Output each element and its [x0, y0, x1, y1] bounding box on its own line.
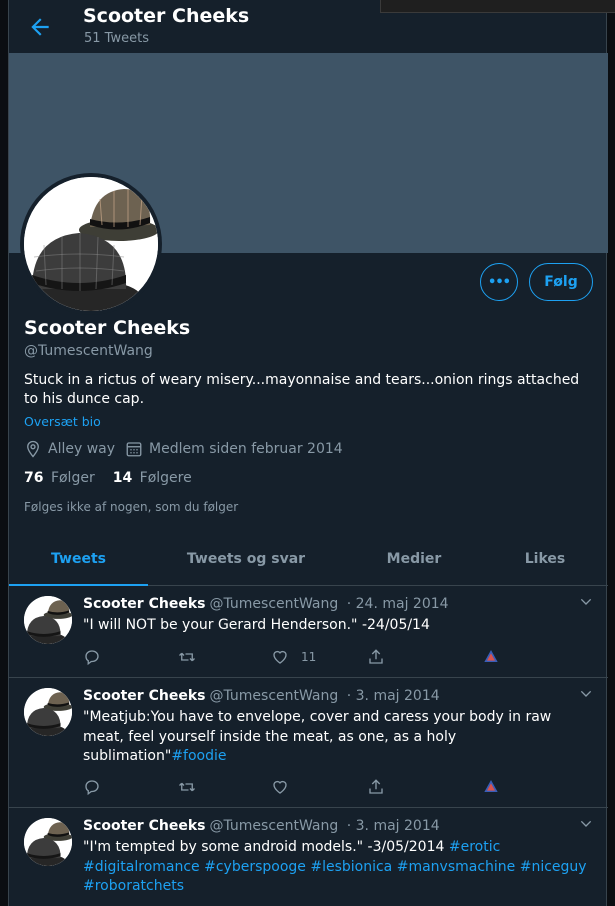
tweet-author-name[interactable]: Scooter Cheeks — [83, 688, 205, 704]
tweet-text: "I will NOT be your Gerard Henderson." -… — [83, 616, 588, 636]
profile-tabs: Tweets Tweets og svar Medier Likes — [9, 533, 608, 586]
tab-tweets-and-replies[interactable]: Tweets og svar — [169, 533, 323, 585]
profile-handle: @TumescentWang — [24, 343, 153, 359]
reply-button[interactable] — [83, 778, 101, 796]
hashtag-link[interactable]: #manvsmachine — [397, 859, 516, 875]
hashtag-link[interactable]: #roboratchets — [83, 878, 184, 894]
tweet[interactable]: Scooter Cheeks @TumescentWang · 24. maj 2… — [9, 586, 608, 678]
followers-link[interactable]: 14 Følgere — [113, 470, 192, 486]
back-button[interactable] — [27, 14, 53, 40]
like-button[interactable]: 11 — [271, 648, 316, 666]
tweet-body: "Meatjub:You have to envelope, cover and… — [83, 709, 552, 764]
tab-likes[interactable]: Likes — [499, 533, 591, 585]
share-button[interactable] — [367, 778, 385, 796]
follow-button[interactable]: Følg — [529, 263, 593, 301]
followers-label: Følgere — [139, 470, 192, 486]
calendar-icon — [126, 442, 142, 457]
chevron-down-icon[interactable] — [578, 594, 594, 610]
tweet-body: "I'm tempted by some android models." -3… — [83, 839, 449, 855]
heart-icon — [273, 780, 287, 794]
share-button[interactable] — [367, 648, 385, 666]
tweet-text: "I'm tempted by some android models." -3… — [83, 838, 588, 897]
tweet-header: Scooter Cheeks @TumescentWang · 3. maj 20… — [83, 688, 440, 704]
reply-button[interactable] — [83, 648, 101, 666]
tab-tweets[interactable]: Tweets — [9, 533, 148, 585]
like-count: 11 — [301, 650, 317, 664]
extension-triangle-icon — [484, 780, 498, 792]
follow-counts: 76 Følger 14 Følgere — [24, 470, 210, 486]
hashtag-link[interactable]: #cyberspooge — [204, 859, 306, 875]
header-title: Scooter Cheeks — [83, 5, 250, 27]
hashtag-link[interactable]: #erotic — [449, 839, 500, 855]
tweet-date[interactable]: 3. maj 2014 — [356, 818, 440, 834]
reply-icon — [85, 650, 99, 666]
chevron-down-icon[interactable] — [578, 816, 594, 832]
following-link[interactable]: 76 Følger — [24, 470, 95, 486]
location-icon — [27, 440, 39, 458]
retweet-button[interactable] — [177, 778, 197, 796]
tweet-count: 51 Tweets — [84, 31, 149, 46]
tweet-body: "I will NOT be your Gerard Henderson." -… — [83, 617, 430, 633]
tweet-avatar[interactable] — [24, 596, 72, 644]
hat-image — [24, 177, 158, 311]
profile-column: Scooter Cheeks 51 Tweets ••• Følg Scoote… — [8, 0, 608, 906]
browser-overlay — [380, 0, 615, 13]
hashtag-link[interactable]: #foodie — [171, 748, 226, 764]
profile-name: Scooter Cheeks — [24, 317, 191, 339]
followers-count: 14 — [112, 470, 133, 486]
tab-media[interactable]: Medier — [355, 533, 473, 585]
like-button[interactable] — [271, 778, 289, 796]
tweet-date[interactable]: 3. maj 2014 — [356, 688, 440, 704]
profile-location: Alley way — [48, 441, 116, 457]
arrow-left-icon — [31, 18, 49, 36]
profile-avatar[interactable] — [20, 173, 162, 315]
followers-you-know: Følges ikke af nogen, som du følger — [24, 500, 239, 514]
tweet-author-name[interactable]: Scooter Cheeks — [83, 596, 205, 612]
hashtag-link[interactable]: #digitalromance — [83, 859, 200, 875]
retweet-icon — [179, 652, 195, 662]
tweet-avatar[interactable] — [24, 688, 72, 736]
following-label: Følger — [50, 470, 95, 486]
tweet-header: Scooter Cheeks @TumescentWang · 24. maj 2… — [83, 596, 449, 612]
following-count: 76 — [24, 470, 44, 486]
share-icon — [369, 779, 383, 794]
analytics-button[interactable] — [483, 648, 499, 664]
profile-meta: Alley way Medlem siden februar 2014 — [24, 440, 353, 458]
tweet-author-name[interactable]: Scooter Cheeks — [83, 818, 205, 834]
tweet-header: Scooter Cheeks @TumescentWang · 3. maj 20… — [83, 818, 440, 834]
tweet-text: "Meatjub:You have to envelope, cover and… — [83, 708, 588, 767]
tweet[interactable]: Scooter Cheeks @TumescentWang · 3. maj 20… — [9, 678, 608, 808]
retweet-icon — [179, 782, 195, 792]
tweet-author-handle[interactable]: @TumescentWang — [209, 596, 338, 612]
retweet-button[interactable] — [177, 648, 197, 666]
reply-icon — [85, 780, 99, 796]
chevron-down-icon[interactable] — [578, 686, 594, 702]
profile-bio: Stuck in a rictus of weary misery...mayo… — [24, 372, 580, 407]
tweet-date[interactable]: 24. maj 2014 — [356, 596, 449, 612]
tweet-actions: 11 — [83, 648, 523, 668]
hat-image — [24, 688, 72, 736]
translate-bio-link[interactable]: Oversæt bio — [24, 414, 101, 429]
hat-image — [24, 818, 72, 866]
tweet[interactable]: Scooter Cheeks @TumescentWang · 3. maj 20… — [9, 808, 608, 906]
more-options-button[interactable]: ••• — [480, 263, 518, 301]
heart-icon — [273, 650, 287, 664]
tweet-actions — [83, 778, 523, 798]
profile-joined: Medlem siden februar 2014 — [149, 441, 343, 457]
extension-triangle-icon — [484, 650, 498, 662]
share-icon — [369, 649, 383, 664]
analytics-button[interactable] — [483, 778, 499, 794]
hat-image — [24, 596, 72, 644]
hashtag-link[interactable]: #niceguy — [520, 859, 587, 875]
tweet-avatar[interactable] — [24, 818, 72, 866]
tweet-author-handle[interactable]: @TumescentWang — [209, 818, 338, 834]
tweet-author-handle[interactable]: @TumescentWang — [209, 688, 338, 704]
hashtag-link[interactable]: #lesbionica — [310, 859, 392, 875]
